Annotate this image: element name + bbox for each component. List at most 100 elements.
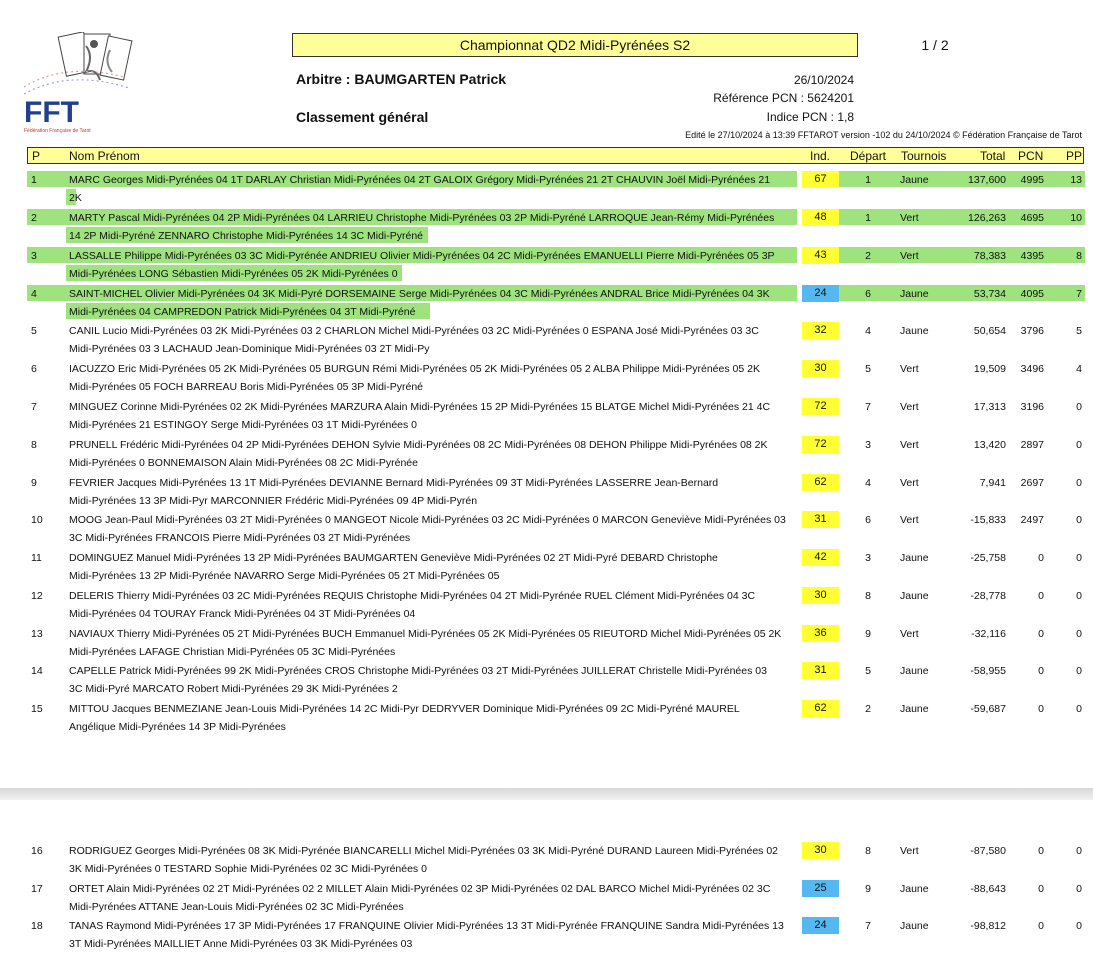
tournois-value: Jaune bbox=[900, 665, 929, 677]
team-names-line2: Midi-Pyrénées LONG Sébastien Midi-Pyréné… bbox=[69, 268, 398, 280]
team-names-line1: IACUZZO Eric Midi-Pyrénées 05 2K Midi-Py… bbox=[69, 363, 760, 375]
pcn-value: 2497 bbox=[1020, 514, 1044, 526]
total-value: 17,313 bbox=[973, 401, 1006, 413]
total-value: 78,383 bbox=[973, 250, 1006, 262]
team-names-line1: RODRIGUEZ Georges Midi-Pyrénées 08 3K Mi… bbox=[69, 845, 779, 857]
table-row: 5 CANIL Lucio Midi-Pyrénées 03 2K Midi-Py… bbox=[0, 321, 1093, 359]
index-badge: 30 bbox=[802, 360, 839, 377]
table-row: 6 IACUZZO Eric Midi-Pyrénées 05 2K Midi-P… bbox=[0, 359, 1093, 397]
tournois-value: Jaune bbox=[900, 552, 929, 564]
edition-note: Edité le 27/10/2024 à 13:39 FFTAROT vers… bbox=[685, 130, 1082, 140]
rank: 15 bbox=[31, 703, 43, 715]
depart-value: 9 bbox=[865, 883, 871, 895]
depart-value: 8 bbox=[865, 590, 871, 602]
rank: 12 bbox=[31, 590, 43, 602]
index-badge: 62 bbox=[802, 474, 839, 491]
pp-value: 7 bbox=[1076, 288, 1082, 300]
pp-value: 0 bbox=[1076, 920, 1082, 932]
pp-value: 0 bbox=[1076, 665, 1082, 677]
col-nom: Nom Prénom bbox=[69, 149, 140, 163]
team-names-line1: TANAS Raymond Midi-Pyrénées 17 3P Midi-P… bbox=[69, 920, 784, 932]
pcn-value: 0 bbox=[1038, 552, 1044, 564]
page-separator bbox=[0, 788, 1093, 800]
pcn-value: 2897 bbox=[1020, 439, 1044, 451]
pcn-value: 0 bbox=[1038, 703, 1044, 715]
depart-value: 5 bbox=[865, 363, 871, 375]
depart-value: 8 bbox=[865, 845, 871, 857]
index-badge: 24 bbox=[802, 917, 839, 934]
depart-value: 9 bbox=[865, 628, 871, 640]
pcn-value: 0 bbox=[1038, 590, 1044, 602]
pcn-value: 4695 bbox=[1020, 212, 1044, 224]
total-value: -25,758 bbox=[970, 552, 1006, 564]
pcn-value: 2697 bbox=[1020, 477, 1044, 489]
table-row: 13 NAVIAUX Thierry Midi-Pyrénées 05 2T Mi… bbox=[0, 624, 1093, 662]
table-row: 7 MINGUEZ Corinne Midi-Pyrénées 02 2K Mid… bbox=[0, 397, 1093, 435]
pp-value: 0 bbox=[1076, 552, 1082, 564]
col-total: Total bbox=[980, 149, 1006, 163]
total-value: 137,600 bbox=[968, 174, 1006, 186]
pp-value: 13 bbox=[1070, 174, 1082, 186]
tournois-value: Jaune bbox=[900, 883, 929, 895]
team-names-line1: PRUNELL Frédéric Midi-Pyrénées 04 2P Mid… bbox=[69, 439, 768, 451]
pp-value: 0 bbox=[1076, 514, 1082, 526]
pcn-value: 0 bbox=[1038, 628, 1044, 640]
table-header: P Nom Prénom Ind. Départ Tournois Total … bbox=[27, 147, 1084, 164]
tournois-value: Jaune bbox=[900, 590, 929, 602]
total-value: -59,687 bbox=[970, 703, 1006, 715]
depart-value: 3 bbox=[865, 552, 871, 564]
team-names-line1: CANIL Lucio Midi-Pyrénées 03 2K Midi-Pyr… bbox=[69, 325, 759, 337]
classement-title: Classement général bbox=[296, 109, 429, 125]
pp-value: 5 bbox=[1076, 325, 1082, 337]
team-names-line2: Midi-Pyrénées LAFAGE Christian Midi-Pyré… bbox=[69, 646, 396, 658]
pp-value: 0 bbox=[1076, 590, 1082, 602]
pp-value: 0 bbox=[1076, 883, 1082, 895]
depart-value: 1 bbox=[865, 174, 871, 186]
index-badge: 36 bbox=[802, 625, 839, 642]
total-value: -88,643 bbox=[970, 883, 1006, 895]
tournois-value: Jaune bbox=[900, 174, 929, 186]
tournois-value: Vert bbox=[900, 250, 919, 262]
team-names-line2: 3T Midi-Pyrénées MAILLIET Anne Midi-Pyré… bbox=[69, 938, 413, 950]
table-row: 17 ORTET Alain Midi-Pyrénées 02 2T Midi-P… bbox=[0, 879, 1093, 917]
pcn-value: 3196 bbox=[1020, 401, 1044, 413]
team-names-line2: Midi-Pyrénées 0 BONNEMAISON Alain Midi-P… bbox=[69, 457, 418, 469]
table-row: 2 MARTY Pascal Midi-Pyrénées 04 2P Midi-P… bbox=[0, 208, 1093, 246]
pp-value: 0 bbox=[1076, 628, 1082, 640]
rank: 16 bbox=[31, 845, 43, 857]
tournois-value: Vert bbox=[900, 628, 919, 640]
rank: 17 bbox=[31, 883, 43, 895]
team-names-line2: Angélique Midi-Pyrénées 14 3P Midi-Pyrén… bbox=[69, 721, 286, 733]
table-row: 18 TANAS Raymond Midi-Pyrénées 17 3P Midi… bbox=[0, 916, 1093, 954]
index-badge: 48 bbox=[802, 209, 839, 226]
rank: 1 bbox=[31, 174, 37, 186]
pp-value: 0 bbox=[1076, 439, 1082, 451]
table-row: 1 MARC Georges Midi-Pyrénées 04 1T DARLAY… bbox=[0, 170, 1093, 208]
index-badge: 43 bbox=[802, 247, 839, 264]
total-value: -58,955 bbox=[970, 665, 1006, 677]
total-value: -32,116 bbox=[971, 628, 1006, 640]
rank: 14 bbox=[31, 665, 43, 677]
index-badge: 24 bbox=[802, 285, 839, 302]
page-number: 1 / 2 bbox=[921, 37, 949, 53]
report-title: Championnat QD2 Midi-Pyrénées S2 bbox=[292, 33, 858, 57]
total-value: -98,812 bbox=[970, 920, 1006, 932]
depart-value: 3 bbox=[865, 439, 871, 451]
team-names-line1: LASSALLE Philippe Midi-Pyrénées 03 3C Mi… bbox=[69, 250, 775, 262]
report-date: 26/10/2024 bbox=[793, 73, 854, 87]
team-names-line2: 3C Midi-Pyrénées FRANCOIS Pierre Midi-Py… bbox=[69, 532, 411, 544]
total-value: -87,580 bbox=[970, 845, 1006, 857]
pcn-value: 4095 bbox=[1020, 288, 1044, 300]
team-names-line1: FEVRIER Jacques Midi-Pyrénées 13 1T Midi… bbox=[69, 477, 719, 489]
tournois-value: Jaune bbox=[900, 325, 929, 337]
depart-value: 6 bbox=[865, 514, 871, 526]
team-names-line2: 3C Midi-Pyré MARCATO Robert Midi-Pyrénée… bbox=[69, 683, 398, 695]
tournois-value: Jaune bbox=[900, 703, 929, 715]
total-value: 7,941 bbox=[979, 477, 1006, 489]
team-names-line2: 14 2P Midi-Pyréné ZENNARO Christophe Mid… bbox=[69, 230, 424, 242]
team-names-line2: Midi-Pyrénées 13 2P Midi-Pyrénée NAVARRO… bbox=[69, 570, 500, 582]
table-row: 11 DOMINGUEZ Manuel Midi-Pyrénées 13 2P M… bbox=[0, 548, 1093, 586]
tournois-value: Vert bbox=[900, 401, 919, 413]
depart-value: 7 bbox=[865, 920, 871, 932]
team-names-line1: CAPELLE Patrick Midi-Pyrénées 99 2K Midi… bbox=[69, 665, 767, 677]
